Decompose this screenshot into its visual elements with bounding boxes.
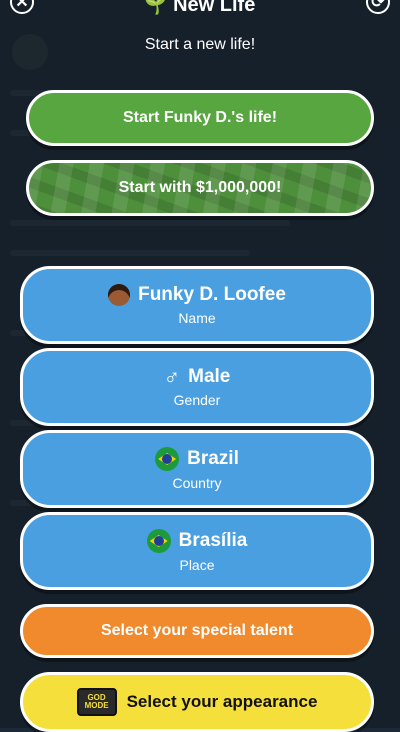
special-talent-label: Select your special talent <box>100 622 294 639</box>
country-value: Brazil <box>187 448 239 469</box>
brazil-flag-icon <box>155 447 180 471</box>
place-value: Brasília <box>178 530 248 551</box>
gender-button[interactable]: ♂ Male Gender <box>20 348 374 426</box>
male-symbol-icon: ♂ <box>163 364 181 389</box>
start-with-money-button[interactable]: Start with $1,000,000! <box>26 160 374 216</box>
modal-header: ✕ 🌱 New Life ⟳ <box>0 0 400 20</box>
start-life-button[interactable]: Start Funky D.'s life! <box>26 90 374 146</box>
god-mode-badge-icon: GOD MODE <box>76 688 117 716</box>
brazil-flag-icon <box>146 529 171 553</box>
title-wrap: 🌱 New Life <box>0 0 400 17</box>
start-life-label: Start Funky D.'s life! <box>122 109 278 126</box>
name-button[interactable]: Funky D. Loofee Name <box>20 266 374 344</box>
appearance-label: Select your appearance <box>126 692 318 711</box>
special-talent-button[interactable]: Select your special talent <box>20 604 374 658</box>
start-with-money-label: Start with $1,000,000! <box>118 179 282 196</box>
name-value: Funky D. Loofee <box>138 284 286 305</box>
modal-subtitle: Start a new life! <box>144 36 256 53</box>
place-button[interactable]: Brasília Place <box>20 512 374 590</box>
country-label: Country <box>172 475 222 491</box>
appearance-button[interactable]: GOD MODE Select your appearance <box>20 672 374 732</box>
sprout-icon: 🌱 <box>144 0 168 15</box>
place-label: Place <box>179 557 215 573</box>
person-face-icon <box>108 284 131 306</box>
refresh-icon: ⟳ <box>371 0 385 11</box>
country-button[interactable]: Brazil Country <box>20 430 374 508</box>
gender-label: Gender <box>173 392 221 408</box>
name-label: Name <box>178 310 216 326</box>
modal-title: New Life <box>173 0 256 16</box>
gender-value: Male <box>188 366 231 387</box>
